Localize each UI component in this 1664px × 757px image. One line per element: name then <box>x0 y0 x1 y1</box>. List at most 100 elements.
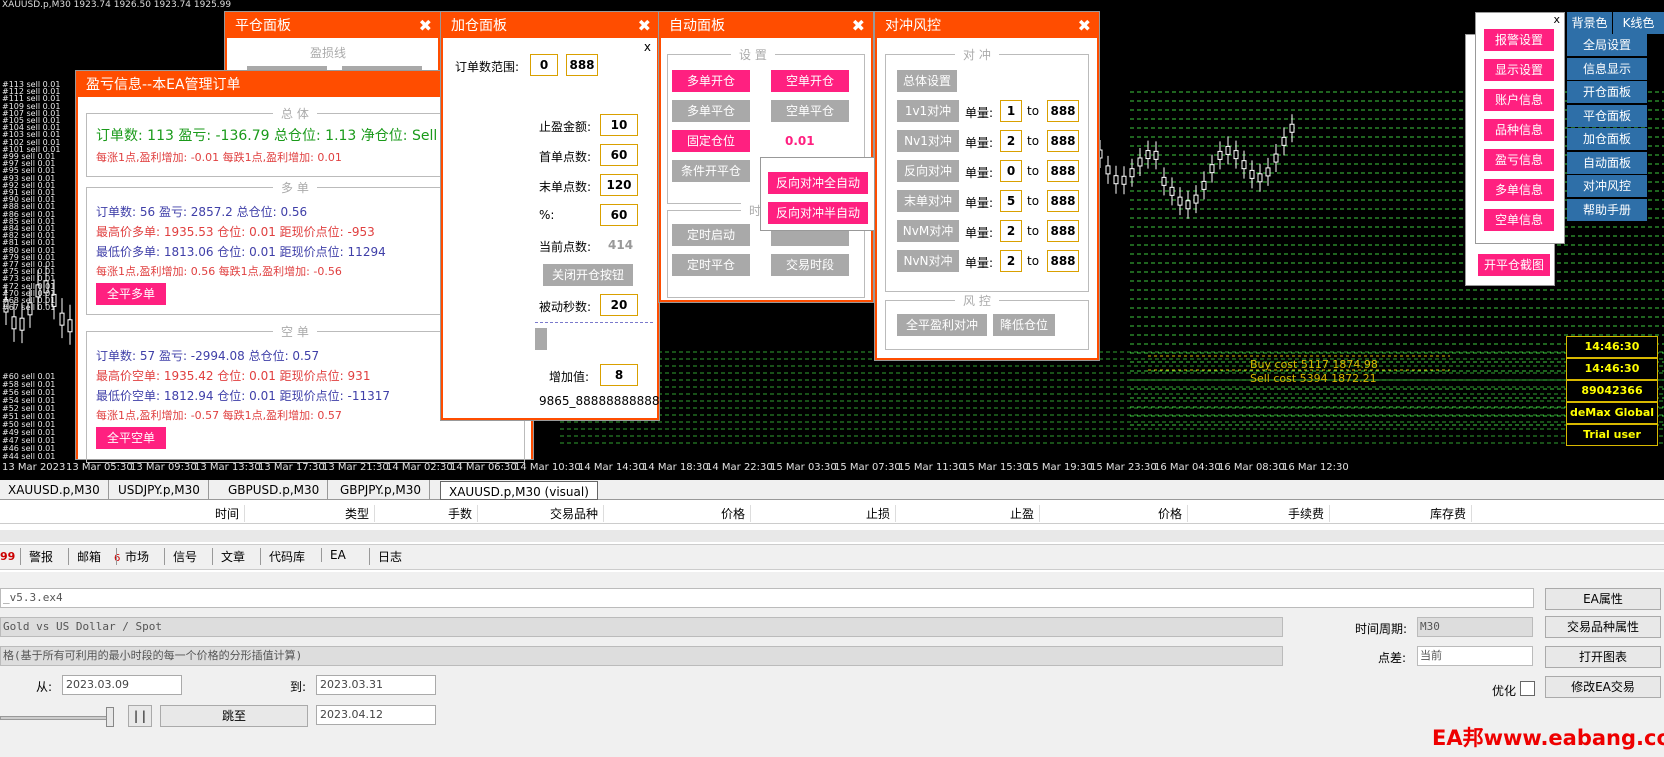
reverse-hedge-semi-auto-button[interactable]: 反向对冲半自动 <box>768 202 868 224</box>
pause-button[interactable]: | | <box>128 705 152 727</box>
modify-ea-button[interactable]: 修改EA交易 <box>1545 676 1661 698</box>
close-all-sell-button[interactable]: 全平空单 <box>96 427 166 449</box>
menu-pink-item[interactable]: 多单信息 <box>1484 179 1554 201</box>
chart-tab[interactable]: XAUUSD.p,M30 (visual) <box>440 481 598 500</box>
menu-pink-item[interactable]: 账户信息 <box>1484 89 1554 111</box>
close-all-buy-button[interactable]: 全平多单 <box>96 283 166 305</box>
close-panel-header[interactable]: 平仓面板 ✖ <box>227 14 438 38</box>
close-icon[interactable]: ✖ <box>1078 14 1091 38</box>
hedge-5-button[interactable]: NvM对冲 <box>897 220 959 242</box>
tp-input[interactable]: 10 <box>600 114 638 136</box>
jump-button[interactable]: 跳至 <box>160 705 308 727</box>
passive-seconds-input[interactable]: 20 <box>600 294 638 316</box>
add-panel-header[interactable]: 加仓面板 ✖ <box>443 14 657 38</box>
hedge-max-input[interactable]: 888 <box>1047 130 1079 152</box>
close-profit-hedge-button[interactable]: 全平盈利对冲 <box>897 314 987 336</box>
terminal-tab[interactable]: 市场 <box>116 548 149 565</box>
menu-blue-item[interactable]: 加仓面板 <box>1567 128 1647 150</box>
chart-tab[interactable]: GBPJPY.p,M30 <box>332 480 431 500</box>
close-icon[interactable]: ✖ <box>638 14 651 38</box>
symbol-select[interactable]: Gold vs US Dollar / Spot <box>0 617 1283 637</box>
order-range-to[interactable]: 888 <box>566 54 598 76</box>
hedge-max-input[interactable]: 888 <box>1047 190 1079 212</box>
menu-blue-item[interactable]: 自动面板 <box>1567 151 1647 174</box>
hedge-qty-input[interactable]: 0 <box>1000 160 1022 182</box>
order-range-from[interactable]: 0 <box>530 54 558 76</box>
ea-properties-button[interactable]: EA属性 <box>1545 588 1661 610</box>
symbol-properties-button[interactable]: 交易品种属性 <box>1545 616 1661 638</box>
spread-select[interactable]: 当前 <box>1417 646 1533 666</box>
close-open-button[interactable]: 关闭开仓按钮 <box>543 264 633 286</box>
period-select[interactable]: M30 <box>1417 617 1533 637</box>
menu-pink-item[interactable]: 品种信息 <box>1484 119 1554 141</box>
menu-open-close-screenshot[interactable]: 开平仓截图 <box>1478 254 1550 276</box>
hedge-max-input[interactable]: 888 <box>1047 220 1079 242</box>
to-date[interactable]: 2023.03.31 <box>316 675 436 695</box>
chart-tab[interactable]: GBPUSD.p,M30 <box>220 480 329 500</box>
fixed-lot-button[interactable]: 固定仓位 <box>672 130 750 152</box>
conditional-open-close-button[interactable]: 条件开平仓 <box>672 160 750 182</box>
terminal-tab[interactable]: 警报 <box>20 548 53 565</box>
pct-input[interactable]: 60 <box>600 204 638 226</box>
hedge-max-input[interactable]: 888 <box>1047 250 1079 272</box>
auto-panel-header[interactable]: 自动面板 ✖ <box>661 14 871 38</box>
add-panel-x-icon[interactable]: x <box>644 40 651 54</box>
speed-slider-track[interactable] <box>0 716 114 720</box>
hedge-6-button[interactable]: NvN对冲 <box>897 250 959 272</box>
buy-close-button[interactable]: 多单平仓 <box>672 100 750 122</box>
hedge-2-button[interactable]: Nv1对冲 <box>897 130 959 152</box>
hedge-4-button[interactable]: 末单对冲 <box>897 190 959 212</box>
hedge-qty-input[interactable]: 2 <box>1000 250 1022 272</box>
terminal-tab[interactable]: 邮箱 <box>68 548 101 565</box>
last-points-input[interactable]: 120 <box>600 174 638 196</box>
increment-input[interactable]: 8 <box>600 364 638 386</box>
from-date[interactable]: 2023.03.09 <box>62 675 182 695</box>
menu-pink-item[interactable]: 空单信息 <box>1484 209 1554 231</box>
open-chart-button[interactable]: 打开图表 <box>1545 646 1661 668</box>
close-icon[interactable]: ✖ <box>852 14 865 38</box>
menu-blue-item[interactable]: 对冲风控 <box>1567 175 1647 197</box>
menu-pink-item[interactable]: 显示设置 <box>1484 59 1554 81</box>
terminal-tab[interactable]: 信号 <box>164 548 197 565</box>
chart-tab[interactable]: XAUUSD.p,M30 <box>0 480 109 500</box>
hedge-qty-input[interactable]: 5 <box>1000 190 1022 212</box>
timed-close-button[interactable]: 定时平仓 <box>672 254 750 276</box>
hedge-qty-input[interactable]: 1 <box>1000 100 1022 122</box>
jump-date[interactable]: 2023.04.12 <box>316 705 436 725</box>
hedge-panel-header[interactable]: 对冲风控 ✖ <box>877 14 1097 38</box>
timed-start-button[interactable]: 定时启动 <box>672 224 750 246</box>
menu-pink-item[interactable]: 盈亏信息 <box>1484 149 1554 171</box>
terminal-tab[interactable]: 文章 <box>212 548 245 565</box>
menu-blue-item[interactable]: 信息显示 <box>1567 57 1647 80</box>
model-select[interactable]: 格(基于所有可利用的最小时段的每一个价格的分形插值计算) <box>0 646 1283 666</box>
chart-tab[interactable]: USDJPY.p,M30 <box>110 480 209 500</box>
ea-select[interactable]: _v5.3.ex4 <box>0 588 1534 608</box>
optimize-checkbox[interactable] <box>1520 681 1535 696</box>
menu-blue-item[interactable]: 开仓面板 <box>1567 81 1647 103</box>
hedge-global-settings-button[interactable]: 总体设置 <box>897 70 957 92</box>
menu-bg-color[interactable]: 背景色 <box>1567 12 1612 34</box>
reverse-hedge-full-auto-button[interactable]: 反向对冲全自动 <box>768 172 868 194</box>
buy-open-button[interactable]: 多单开仓 <box>672 70 750 92</box>
menu-blue-item[interactable]: 帮助手册 <box>1567 198 1647 221</box>
close-icon[interactable]: ✖ <box>419 14 432 38</box>
hedge-qty-input[interactable]: 2 <box>1000 130 1022 152</box>
add-panel-btn-partial[interactable] <box>535 328 547 350</box>
hedge-3-button[interactable]: 反向对冲 <box>897 160 959 182</box>
hedge-max-input[interactable]: 888 <box>1047 100 1079 122</box>
hedge-1-button[interactable]: 1v1对冲 <box>897 100 959 122</box>
hedge-max-input[interactable]: 888 <box>1047 160 1079 182</box>
terminal-tab[interactable]: EA <box>321 548 346 562</box>
menu-candle-color[interactable]: K线色 <box>1613 12 1664 34</box>
sell-open-button[interactable]: 空单开仓 <box>771 70 849 92</box>
first-points-input[interactable]: 60 <box>600 144 638 166</box>
menu-blue-item[interactable]: 全局设置 <box>1567 34 1647 56</box>
trading-session-button[interactable]: 交易时段 <box>771 254 849 276</box>
terminal-tab[interactable]: 代码库 <box>260 548 305 565</box>
menu-pink-item[interactable]: 报警设置 <box>1484 29 1554 51</box>
reduce-position-button[interactable]: 降低仓位 <box>993 314 1055 336</box>
menu-blue-item[interactable]: 平仓面板 <box>1567 104 1647 127</box>
hedge-qty-input[interactable]: 2 <box>1000 220 1022 242</box>
terminal-tab[interactable]: 日志 <box>369 548 402 565</box>
sell-close-button[interactable]: 空单平仓 <box>771 100 849 122</box>
